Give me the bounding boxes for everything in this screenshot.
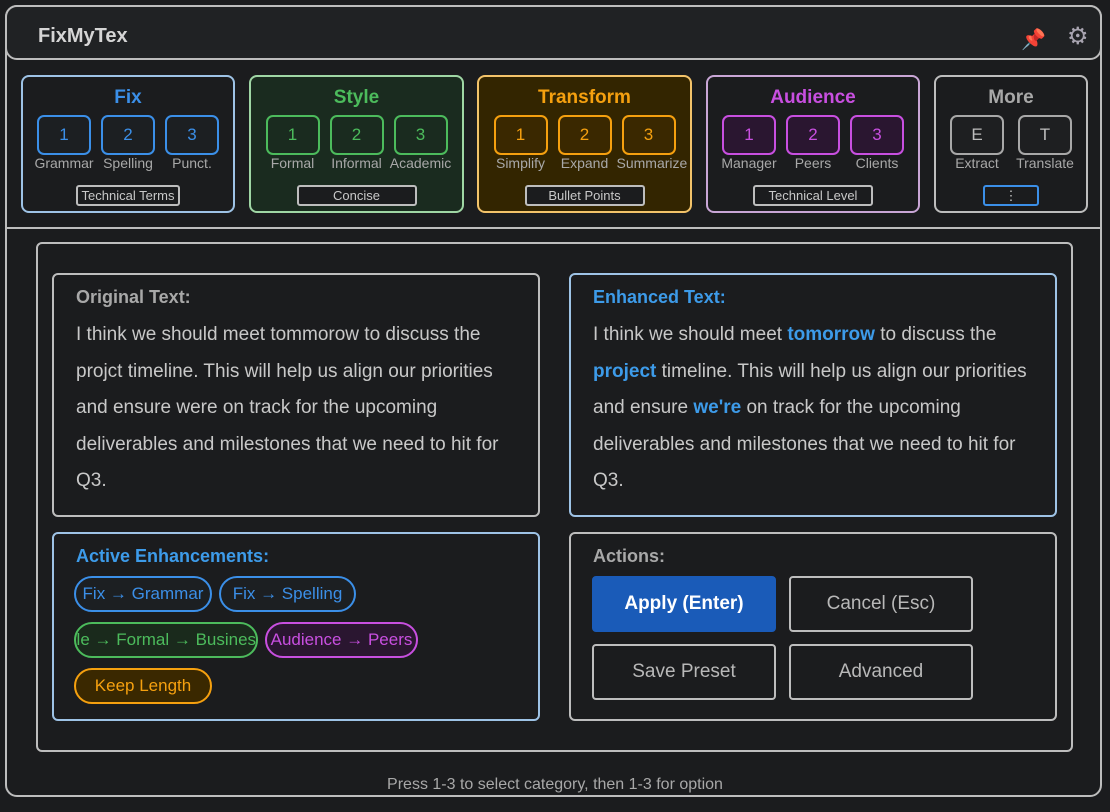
apply-button[interactable]: Apply (Enter) (592, 576, 776, 632)
option-key-audience-1[interactable]: 1 (722, 115, 776, 155)
enhanced-text-panel: Enhanced Text: I think we should meet to… (569, 273, 1057, 517)
option-key-transform-1[interactable]: 1 (493, 115, 548, 155)
correction-highlight: tomorrow (787, 324, 875, 345)
option-key-more-1[interactable]: E (950, 115, 1004, 155)
pin-icon[interactable]: 📌 (1021, 27, 1046, 52)
option-key-transform-3[interactable]: 3 (621, 115, 676, 155)
option-label: Informal (331, 155, 382, 171)
option-key-transform-2[interactable]: 2 (557, 115, 612, 155)
option-label: Academic (389, 155, 452, 171)
option-label: Manager (721, 155, 777, 171)
option-label: Peers (794, 155, 832, 171)
option-key-fix-1[interactable]: 1 (37, 115, 91, 155)
category-card-style[interactable]: Style 1 2 3 Formal Informal Academic Concise (249, 75, 464, 213)
text-segment: I think we should meet (593, 324, 788, 345)
category-card-transform[interactable]: Transform 1 2 3 Simplify Expand Summarize Bulle… (477, 75, 692, 213)
category-title: Audience (770, 87, 856, 108)
save-preset-button[interactable]: Save Preset (592, 644, 776, 700)
option-label: Spelling (103, 155, 153, 171)
advanced-button[interactable]: Advanced (789, 644, 973, 700)
option-key-audience-2[interactable]: 2 (786, 115, 840, 155)
category-title: Style (333, 87, 380, 108)
option-label: Translate (1016, 155, 1074, 171)
keyboard-hint: Press 1-3 to select category, then 1-3 f… (387, 776, 723, 793)
option-label: Expand (560, 155, 609, 171)
correction-highlight: project (593, 360, 657, 382)
category-card-more[interactable]: More E T Extract Translate ⋮ (934, 75, 1088, 213)
extra-option-button[interactable]: Bullet Points (524, 185, 645, 206)
option-label: Punct. (172, 155, 212, 171)
option-label: Formal (270, 155, 315, 171)
option-key-audience-3[interactable]: 3 (850, 115, 904, 155)
option-label: Simplify (495, 155, 545, 171)
category-title: More (988, 87, 1034, 108)
app-title: FixMyTex (38, 25, 128, 47)
option-key-fix-2[interactable]: 2 (101, 115, 155, 155)
enhancement-chip-keep-length[interactable]: Keep Length (74, 668, 212, 704)
cancel-button[interactable]: Cancel (Esc) (789, 576, 973, 632)
title-bar: FixMyTex 📌 ⚙ (5, 5, 1102, 60)
option-key-more-2[interactable]: T (1018, 115, 1072, 155)
extra-option-button[interactable]: Technical Terms (76, 185, 180, 206)
extra-option-button[interactable]: Technical Level (753, 185, 873, 206)
enhancement-chip-fix-spelling[interactable]: Fix → Spelling (219, 576, 356, 612)
option-label: Clients (855, 155, 899, 171)
enhanced-text-title: Enhanced Text: (593, 287, 726, 307)
extra-option-button[interactable]: Concise (296, 185, 417, 206)
gear-icon[interactable]: ⚙ (1067, 25, 1089, 49)
extra-option-button[interactable]: ⋮ (983, 185, 1039, 206)
option-key-style-2[interactable]: 2 (329, 115, 384, 155)
chip-label: Style → Formal → Business (76, 630, 256, 649)
original-text[interactable]: I think we should meet tommorow to discu… (76, 317, 516, 500)
enhancement-chip-fix-grammar[interactable]: Fix → Grammar (74, 576, 212, 612)
option-label: Extract (955, 155, 999, 171)
category-card-audience[interactable]: Audience 1 2 3 Manager Peers Clients Technical … (706, 75, 920, 213)
option-label: Grammar (34, 155, 94, 171)
category-title: Fix (114, 87, 142, 108)
category-card-fix[interactable]: Fix 1 2 3 Grammar Spelling Punct. Technical Ter… (21, 75, 235, 213)
active-enhancements-title: Active Enhancements: (76, 546, 270, 566)
option-key-style-3[interactable]: 3 (393, 115, 448, 155)
option-key-style-1[interactable]: 1 (265, 115, 320, 155)
category-title: Transform (538, 87, 631, 108)
enhancement-chip-audience-peers[interactable]: Audience → Peers (265, 622, 418, 658)
enhanced-text[interactable]: I think we should meet tomorrow to discu… (593, 317, 1033, 500)
original-text-title: Original Text: (76, 287, 191, 307)
option-key-fix-3[interactable]: 3 (165, 115, 219, 155)
text-segment: to discuss the (874, 324, 997, 345)
correction-highlight: we're (693, 397, 742, 418)
original-text-panel: Original Text: I think we should meet to… (52, 273, 540, 517)
enhancement-chip-style-formal-business[interactable]: Style → Formal → Business (74, 622, 258, 658)
actions-title: Actions: (593, 546, 665, 566)
option-label: Summarize (616, 155, 688, 171)
